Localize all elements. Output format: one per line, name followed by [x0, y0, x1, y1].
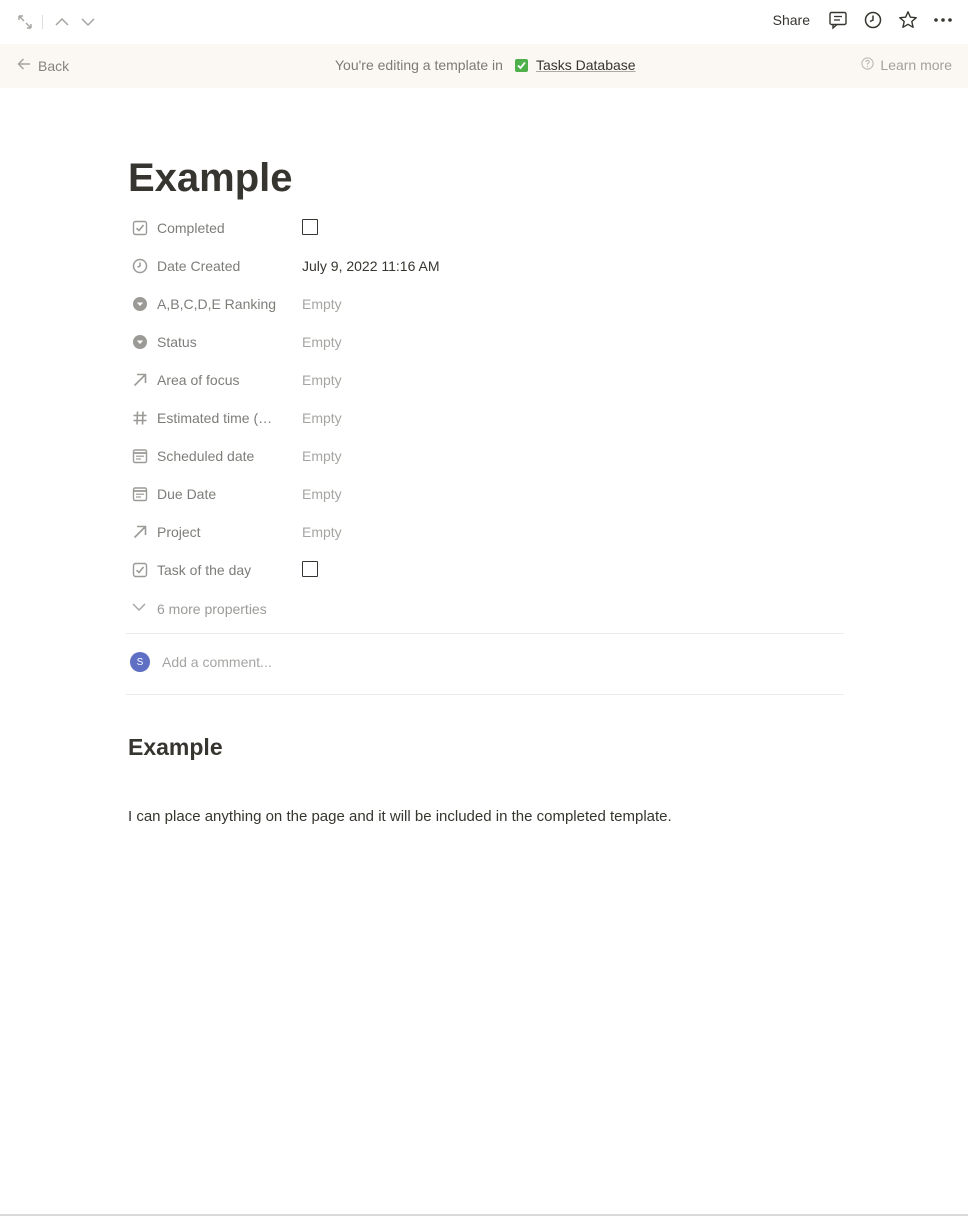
- expand-diagonal-icon[interactable]: [14, 11, 36, 33]
- property-label: A,B,C,D,E Ranking: [157, 296, 277, 312]
- learn-more-link[interactable]: Learn more: [861, 57, 952, 73]
- database-link[interactable]: Tasks Database: [536, 57, 636, 73]
- property-name[interactable]: Task of the day: [128, 561, 302, 579]
- divider: [126, 694, 844, 695]
- select-icon: [131, 333, 149, 351]
- property-label: Area of focus: [157, 372, 240, 388]
- property-value[interactable]: Empty: [302, 486, 342, 502]
- more-properties-toggle[interactable]: 6 more properties: [131, 599, 267, 618]
- properties-list: Completed Date Created July 9, 2022 11:1…: [128, 209, 844, 589]
- select-icon: [131, 295, 149, 313]
- divider: [126, 633, 844, 634]
- back-button[interactable]: Back: [16, 56, 69, 75]
- property-label: Estimated time (H...: [157, 410, 279, 426]
- property-name[interactable]: Date Created: [128, 257, 302, 275]
- property-row-project: Project Empty: [128, 513, 844, 551]
- top-bar-left: [14, 11, 99, 33]
- property-label: Project: [157, 524, 201, 540]
- avatar: S: [130, 652, 150, 672]
- property-name[interactable]: Due Date: [128, 485, 302, 503]
- property-name[interactable]: A,B,C,D,E Ranking: [128, 295, 302, 313]
- content-heading[interactable]: Example: [128, 734, 223, 761]
- relation-arrow-icon: [131, 523, 149, 541]
- property-name[interactable]: Area of focus: [128, 371, 302, 389]
- chevron-down-icon: [131, 599, 147, 618]
- arrow-left-icon: [16, 56, 32, 75]
- property-label: Task of the day: [157, 562, 252, 578]
- comment-icon[interactable]: [827, 9, 849, 31]
- number-hash-icon: [131, 409, 149, 427]
- clock-icon: [131, 257, 149, 275]
- property-value[interactable]: [302, 560, 318, 580]
- property-row-date-created: Date Created July 9, 2022 11:16 AM: [128, 247, 844, 285]
- property-value[interactable]: Empty: [302, 372, 342, 388]
- checkbox-icon: [131, 219, 149, 237]
- template-banner: Back You're editing a template in Tasks …: [0, 44, 968, 88]
- property-label: Due Date: [157, 486, 217, 502]
- property-name[interactable]: Scheduled date: [128, 447, 302, 465]
- help-icon: [861, 57, 875, 73]
- property-row-status: Status Empty: [128, 323, 844, 361]
- property-label: Date Created: [157, 258, 241, 274]
- property-name[interactable]: Project: [128, 523, 302, 541]
- property-value[interactable]: Empty: [302, 296, 342, 312]
- star-icon[interactable]: [897, 9, 919, 31]
- property-row-scheduled-date: Scheduled date Empty: [128, 437, 844, 475]
- back-label: Back: [38, 57, 70, 74]
- database-checkbox-icon: [514, 58, 528, 72]
- property-label: Scheduled date: [157, 448, 255, 464]
- property-row-task-of-the-day: Task of the day: [128, 551, 844, 589]
- property-row-due-date: Due Date Empty: [128, 475, 844, 513]
- calendar-icon: [131, 485, 149, 503]
- page-title[interactable]: Example: [128, 150, 844, 206]
- comment-bar: S: [130, 652, 562, 672]
- top-bar-right: Share: [773, 9, 954, 31]
- property-value[interactable]: Empty: [302, 334, 342, 350]
- property-row-area-of-focus: Area of focus Empty: [128, 361, 844, 399]
- task-of-the-day-checkbox[interactable]: [302, 560, 318, 577]
- top-bar: Share: [0, 0, 968, 44]
- template-notice: You're editing a template in Tasks Datab…: [335, 57, 636, 73]
- completed-checkbox[interactable]: [302, 218, 318, 235]
- more-properties-label: 6 more properties: [157, 600, 267, 617]
- page-header: Example: [128, 150, 844, 206]
- property-name[interactable]: Estimated time (H...: [128, 409, 302, 427]
- property-value[interactable]: [302, 218, 318, 238]
- property-row-estimated-time: Estimated time (H... Empty: [128, 399, 844, 437]
- property-value[interactable]: Empty: [302, 524, 342, 540]
- content-paragraph[interactable]: I can place anything on the page and it …: [128, 806, 672, 828]
- property-row-ranking: A,B,C,D,E Ranking Empty: [128, 285, 844, 323]
- property-value[interactable]: Empty: [302, 410, 342, 426]
- ellipsis-icon[interactable]: [932, 9, 954, 31]
- chevron-down-icon[interactable]: [77, 11, 99, 33]
- calendar-icon: [131, 447, 149, 465]
- share-button[interactable]: Share: [773, 12, 810, 28]
- relation-arrow-icon: [131, 371, 149, 389]
- property-value[interactable]: Empty: [302, 448, 342, 464]
- checkbox-icon: [131, 561, 149, 579]
- template-notice-text: You're editing a template in: [335, 57, 503, 73]
- property-value[interactable]: July 9, 2022 11:16 AM: [302, 258, 440, 274]
- property-name[interactable]: Status: [128, 333, 302, 351]
- property-label: Completed: [157, 220, 225, 236]
- property-label: Status: [157, 334, 197, 350]
- chevron-up-icon[interactable]: [51, 11, 73, 33]
- toolbar-separator: [42, 15, 43, 29]
- property-row-completed: Completed: [128, 209, 844, 247]
- learn-more-label: Learn more: [880, 57, 952, 73]
- comment-input[interactable]: [162, 654, 562, 670]
- clock-icon[interactable]: [862, 9, 884, 31]
- property-name[interactable]: Completed: [128, 219, 302, 237]
